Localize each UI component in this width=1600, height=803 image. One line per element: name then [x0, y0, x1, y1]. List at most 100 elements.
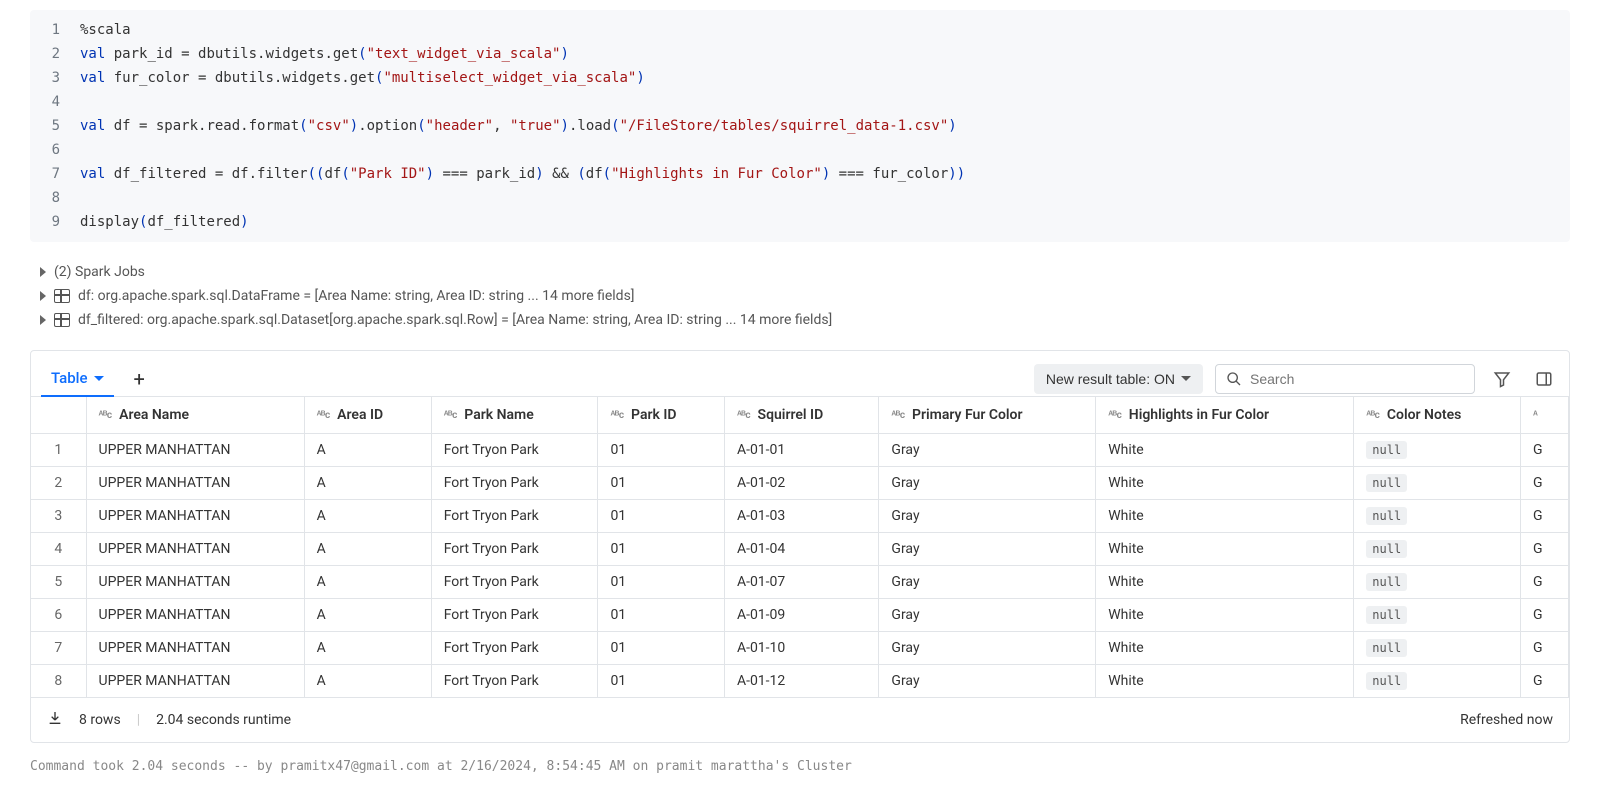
line-number: 7	[30, 162, 80, 186]
df-schema-toggle[interactable]: df: org.apache.spark.sql.DataFrame = [Ar…	[40, 284, 1570, 308]
code-content[interactable]: %scala	[80, 18, 1570, 42]
type-icon: ᴬᴮc	[737, 410, 750, 421]
cell: 01	[598, 665, 725, 698]
column-header[interactable]: ᴬᴮc Park Name	[431, 397, 598, 434]
code-line[interactable]: 2val park_id = dbutils.widgets.get("text…	[30, 42, 1570, 66]
code-cell[interactable]: 1%scala2val park_id = dbutils.widgets.ge…	[30, 10, 1570, 242]
column-label: Color Notes	[1383, 407, 1461, 423]
code-content[interactable]: val df = spark.read.format("csv").option…	[80, 114, 1570, 138]
cell: Fort Tryon Park	[431, 467, 598, 500]
cell: A-01-02	[724, 467, 878, 500]
null-badge: null	[1366, 540, 1407, 558]
table-row[interactable]: 7UPPER MANHATTANAFort Tryon Park01A-01-1…	[31, 632, 1569, 665]
command-status: Command took 2.04 seconds -- by pramitx4…	[30, 753, 1570, 780]
tab-table[interactable]: Table	[41, 361, 114, 397]
filter-button[interactable]	[1487, 364, 1517, 394]
download-button[interactable]	[47, 710, 63, 730]
column-label: Highlights in Fur Color	[1125, 407, 1269, 423]
cell: A	[304, 566, 431, 599]
column-label: Primary Fur Color	[909, 407, 1023, 423]
column-header[interactable]: ᴬᴮc Primary Fur Color	[879, 397, 1096, 434]
table-row[interactable]: 4UPPER MANHATTANAFort Tryon Park01A-01-0…	[31, 533, 1569, 566]
cell-partial: G	[1520, 533, 1568, 566]
cell-color-notes: null	[1354, 632, 1521, 665]
table-row[interactable]: 1UPPER MANHATTANAFort Tryon Park01A-01-0…	[31, 434, 1569, 467]
cell: Gray	[879, 500, 1096, 533]
column-header[interactable]: ᴬᴮc Park ID	[598, 397, 725, 434]
add-tab-button[interactable]: +	[126, 363, 153, 395]
cell: UPPER MANHATTAN	[86, 632, 304, 665]
column-label: Park ID	[628, 407, 677, 423]
df-filtered-schema-toggle[interactable]: df_filtered: org.apache.spark.sql.Datase…	[40, 308, 1570, 332]
line-number: 4	[30, 90, 80, 114]
code-line[interactable]: 5val df = spark.read.format("csv").optio…	[30, 114, 1570, 138]
code-line[interactable]: 1%scala	[30, 18, 1570, 42]
line-number: 5	[30, 114, 80, 138]
cell: Fort Tryon Park	[431, 566, 598, 599]
caret-icon	[40, 315, 46, 325]
cell-color-notes: null	[1354, 500, 1521, 533]
new-result-table-dropdown[interactable]: New result table: ON	[1034, 364, 1203, 394]
row-index: 8	[31, 665, 86, 698]
cell: A-01-04	[724, 533, 878, 566]
column-label: Area ID	[334, 407, 383, 423]
df-filtered-schema-text: df_filtered: org.apache.spark.sql.Datase…	[78, 312, 832, 328]
cell: 01	[598, 500, 725, 533]
code-line[interactable]: 4	[30, 90, 1570, 114]
table-row[interactable]: 5UPPER MANHATTANAFort Tryon Park01A-01-0…	[31, 566, 1569, 599]
row-index: 1	[31, 434, 86, 467]
row-index: 3	[31, 500, 86, 533]
code-content[interactable]: display(df_filtered)	[80, 210, 1570, 234]
cell: 01	[598, 566, 725, 599]
column-header[interactable]: ᴬᴮc Area ID	[304, 397, 431, 434]
table-row[interactable]: 6UPPER MANHATTANAFort Tryon Park01A-01-0…	[31, 599, 1569, 632]
cell: A	[304, 500, 431, 533]
table-row[interactable]: 3UPPER MANHATTANAFort Tryon Park01A-01-0…	[31, 500, 1569, 533]
code-content[interactable]: val df_filtered = df.filter((df("Park ID…	[80, 162, 1570, 186]
type-icon: ᴬᴮc	[317, 410, 330, 421]
table-row[interactable]: 8UPPER MANHATTANAFort Tryon Park01A-01-1…	[31, 665, 1569, 698]
table-row[interactable]: 2UPPER MANHATTANAFort Tryon Park01A-01-0…	[31, 467, 1569, 500]
cell: UPPER MANHATTAN	[86, 500, 304, 533]
column-header-partial[interactable]: ᴬ	[1520, 397, 1568, 434]
line-number: 6	[30, 138, 80, 162]
null-badge: null	[1366, 573, 1407, 591]
column-header[interactable]: ᴬᴮc Highlights in Fur Color	[1096, 397, 1354, 434]
code-line[interactable]: 3val fur_color = dbutils.widgets.get("mu…	[30, 66, 1570, 90]
null-badge: null	[1366, 606, 1407, 624]
cell: Gray	[879, 566, 1096, 599]
cell: Gray	[879, 665, 1096, 698]
code-line[interactable]: 8	[30, 186, 1570, 210]
cell: White	[1096, 632, 1354, 665]
cell-color-notes: null	[1354, 434, 1521, 467]
cell: Gray	[879, 632, 1096, 665]
cell: 01	[598, 533, 725, 566]
null-badge: null	[1366, 672, 1407, 690]
cell: UPPER MANHATTAN	[86, 665, 304, 698]
code-line[interactable]: 9display(df_filtered)	[30, 210, 1570, 234]
cell: White	[1096, 467, 1354, 500]
cell: White	[1096, 533, 1354, 566]
cell: A	[304, 467, 431, 500]
search-box[interactable]	[1215, 364, 1475, 394]
code-content[interactable]: val fur_color = dbutils.widgets.get("mul…	[80, 66, 1570, 90]
type-icon: ᴬᴮc	[891, 410, 904, 421]
column-header[interactable]: ᴬᴮc Color Notes	[1354, 397, 1521, 434]
code-line[interactable]: 6	[30, 138, 1570, 162]
code-line[interactable]: 7val df_filtered = df.filter((df("Park I…	[30, 162, 1570, 186]
null-badge: null	[1366, 639, 1407, 657]
row-index: 6	[31, 599, 86, 632]
code-content[interactable]: val park_id = dbutils.widgets.get("text_…	[80, 42, 1570, 66]
search-input[interactable]	[1250, 371, 1464, 387]
spark-jobs-toggle[interactable]: (2) Spark Jobs	[40, 260, 1570, 284]
column-header[interactable]: ᴬᴮc Area Name	[86, 397, 304, 434]
output-section: (2) Spark Jobs df: org.apache.spark.sql.…	[30, 252, 1570, 340]
null-badge: null	[1366, 441, 1407, 459]
cell-color-notes: null	[1354, 566, 1521, 599]
panel-toggle-button[interactable]	[1529, 364, 1559, 394]
cell-color-notes: null	[1354, 599, 1521, 632]
cell: A	[304, 533, 431, 566]
cell: UPPER MANHATTAN	[86, 533, 304, 566]
column-header[interactable]: ᴬᴮc Squirrel ID	[724, 397, 878, 434]
cell: A-01-07	[724, 566, 878, 599]
